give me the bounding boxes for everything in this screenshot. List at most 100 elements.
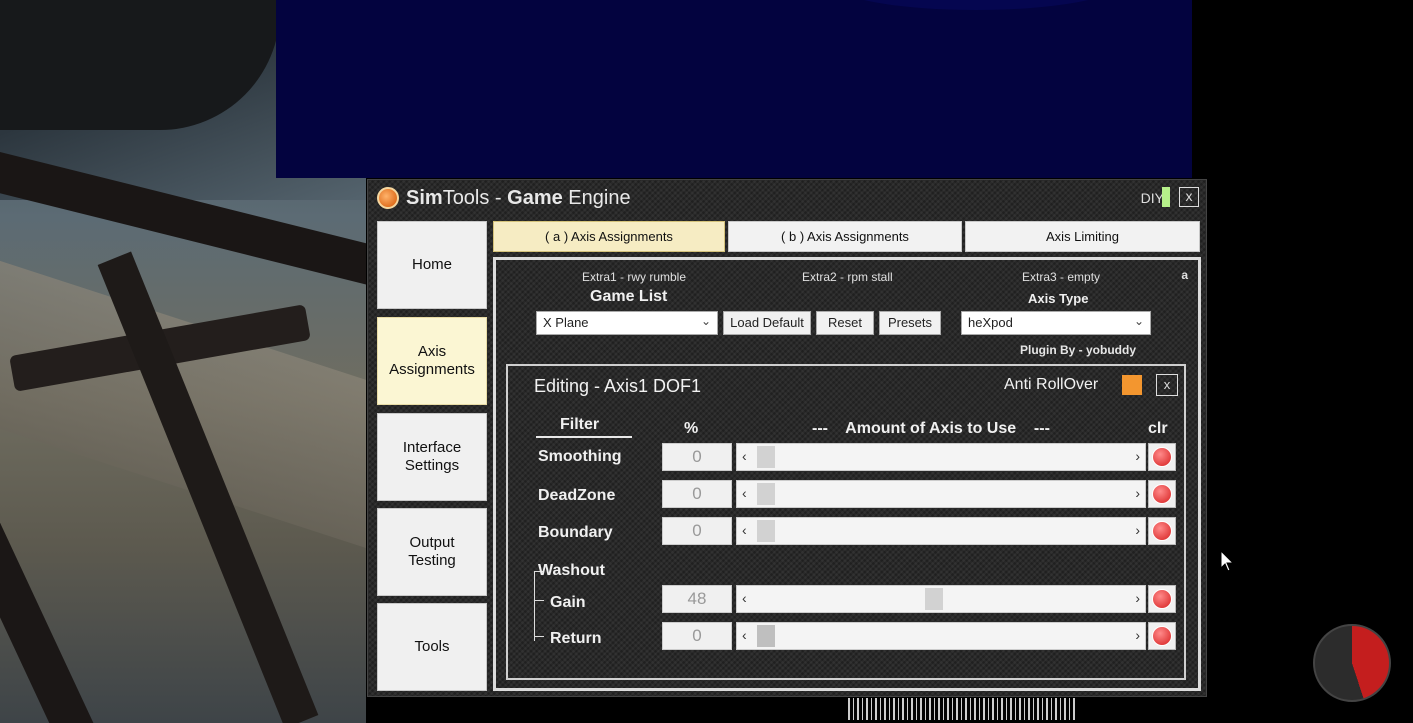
axis-type-value: heXpod — [968, 315, 1013, 330]
corner-label: a — [1181, 268, 1188, 282]
app-logo-icon — [377, 187, 399, 209]
chevron-right-icon[interactable]: › — [1135, 448, 1140, 464]
reset-button[interactable]: Reset — [816, 311, 874, 335]
game-list-label: Game List — [590, 288, 668, 305]
return-clear-button[interactable] — [1148, 622, 1176, 650]
extra3-label: Extra3 - empty — [1022, 270, 1101, 284]
deadzone-slider[interactable]: ‹ › — [736, 480, 1146, 508]
nav-tools-label: Tools — [414, 638, 450, 655]
brand-logo-icon — [1313, 624, 1391, 702]
close-button[interactable]: x — [1179, 187, 1199, 207]
title-part-engine: Engine — [562, 187, 631, 209]
return-value[interactable]: 0 — [662, 622, 732, 650]
editor-close-button[interactable]: x — [1156, 374, 1178, 396]
clear-icon — [1152, 447, 1172, 467]
game-list-select[interactable]: X Plane ⌄ — [536, 311, 718, 335]
mouse-cursor-icon — [1220, 550, 1235, 572]
boundary-clear-button[interactable] — [1148, 517, 1176, 545]
extra2-label: Extra2 - rpm stall — [802, 270, 893, 284]
simtools-window: SimTools - Game Engine DIY x Home Axis A… — [367, 179, 1207, 697]
nav-axis-assignments-button[interactable]: Axis Assignments — [377, 317, 487, 405]
amount-header: --- Amount of Axis to Use --- — [812, 420, 1050, 437]
deadzone-value[interactable]: 0 — [662, 480, 732, 508]
diy-indicator — [1162, 187, 1170, 207]
axis-type-label: Axis Type — [1028, 291, 1089, 306]
nav-output-testing-button[interactable]: Output Testing — [377, 508, 487, 596]
filter-underline — [536, 436, 632, 438]
load-default-button[interactable]: Load Default — [723, 311, 811, 335]
smoothing-slider-thumb[interactable] — [757, 446, 775, 468]
nav-axis-assignments-label: Axis Assignments — [389, 343, 475, 378]
gain-label: Gain — [550, 594, 586, 611]
title-part-tools: Tools - — [442, 187, 508, 209]
title-part-sim: Sim — [406, 187, 443, 209]
return-slider-thumb[interactable] — [757, 625, 775, 647]
smoothing-clear-button[interactable] — [1148, 443, 1176, 471]
diy-label: DIY — [1140, 190, 1164, 206]
return-label: Return — [550, 630, 602, 647]
chevron-right-icon[interactable]: › — [1135, 627, 1140, 643]
boundary-value[interactable]: 0 — [662, 517, 732, 545]
clear-icon — [1152, 589, 1172, 609]
filter-header: Filter — [560, 416, 600, 433]
chevron-left-icon[interactable]: ‹ — [742, 627, 747, 643]
deadzone-label: DeadZone — [538, 487, 616, 504]
gain-value[interactable]: 48 — [662, 585, 732, 613]
game-list-value: X Plane — [543, 315, 589, 330]
plugin-author-label: Plugin By - yobuddy — [1020, 343, 1136, 357]
tab-axis-assignments-b[interactable]: ( b ) Axis Assignments — [728, 221, 962, 252]
nav-output-testing-label: Output Testing — [408, 534, 456, 569]
smoothing-value[interactable]: 0 — [662, 443, 732, 471]
nav-tools-button[interactable]: Tools — [377, 603, 487, 691]
chevron-left-icon[interactable]: ‹ — [742, 448, 747, 464]
smoothing-slider[interactable]: ‹ › — [736, 443, 1146, 471]
anti-rollover-label: Anti RollOver — [1004, 376, 1099, 393]
washout-tree-branch — [534, 636, 544, 637]
title-part-game: Game — [507, 187, 563, 209]
clear-icon — [1152, 521, 1172, 541]
clear-icon — [1152, 626, 1172, 646]
deadzone-slider-thumb[interactable] — [757, 483, 775, 505]
boundary-label: Boundary — [538, 524, 613, 541]
clr-header: clr — [1148, 420, 1168, 437]
chevron-right-icon[interactable]: › — [1135, 590, 1140, 606]
editor-title: Editing - Axis1 DOF1 — [534, 376, 702, 396]
gain-clear-button[interactable] — [1148, 585, 1176, 613]
axis-assignments-panel: Extra1 - rwy rumble Extra2 - rpm stall E… — [493, 257, 1201, 691]
axis-editor-panel: Editing - Axis1 DOF1 Anti RollOver x Fil… — [506, 364, 1186, 680]
chevron-down-icon: ⌄ — [1133, 314, 1144, 328]
chevron-right-icon[interactable]: › — [1135, 485, 1140, 501]
deadzone-clear-button[interactable] — [1148, 480, 1176, 508]
boundary-slider-thumb[interactable] — [757, 520, 775, 542]
tab-axis-limiting[interactable]: Axis Limiting — [965, 221, 1200, 252]
gain-slider[interactable]: ‹ › — [736, 585, 1146, 613]
chevron-down-icon: ⌄ — [700, 314, 711, 328]
clear-icon — [1152, 484, 1172, 504]
washout-label: Washout — [538, 562, 605, 579]
title-bar[interactable]: SimTools - Game Engine DIY x — [368, 180, 1206, 216]
blue-background-panel — [276, 0, 1192, 178]
app-title: SimTools - Game Engine — [406, 187, 631, 210]
tab-axis-assignments-a[interactable]: ( a ) Axis Assignments — [493, 221, 725, 252]
extra1-label: Extra1 - rwy rumble — [582, 270, 687, 284]
return-slider[interactable]: ‹ › — [736, 622, 1146, 650]
washout-tree-branch — [534, 600, 544, 601]
anti-rollover-checkbox[interactable] — [1122, 375, 1142, 395]
nav-home-button[interactable]: Home — [377, 221, 487, 309]
presets-button[interactable]: Presets — [879, 311, 941, 335]
chevron-left-icon[interactable]: ‹ — [742, 522, 747, 538]
nav-interface-settings-button[interactable]: Interface Settings — [377, 413, 487, 501]
percent-header: % — [684, 420, 699, 437]
boundary-slider[interactable]: ‹ › — [736, 517, 1146, 545]
washout-tree-line — [534, 571, 544, 641]
nav-interface-settings-label: Interface Settings — [402, 439, 462, 474]
nav-home-label: Home — [411, 256, 452, 273]
chevron-left-icon[interactable]: ‹ — [742, 485, 747, 501]
smoothing-label: Smoothing — [538, 448, 622, 465]
blue-arc — [836, 0, 1116, 10]
gain-slider-thumb[interactable] — [925, 588, 943, 610]
video-artifact — [848, 698, 1076, 720]
chevron-right-icon[interactable]: › — [1135, 522, 1140, 538]
axis-type-select[interactable]: heXpod ⌄ — [961, 311, 1151, 335]
chevron-left-icon[interactable]: ‹ — [742, 590, 747, 606]
